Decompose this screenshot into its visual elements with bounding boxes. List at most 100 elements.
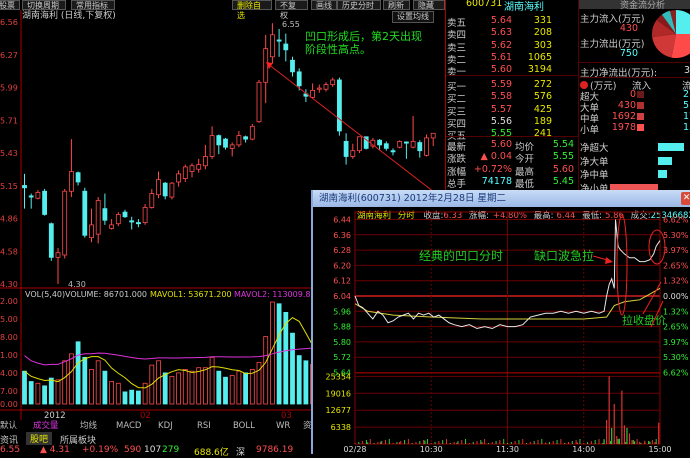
candle-body — [62, 190, 68, 256]
volume-tick: 0.00 — [0, 400, 18, 409]
tab-macd[interactable]: MACD — [116, 421, 141, 432]
volume-bar — [135, 390, 141, 405]
price-tick: 5.72 — [333, 353, 351, 362]
volume-bar — [28, 381, 34, 405]
volume-bar — [69, 353, 74, 405]
candle-body — [122, 211, 128, 218]
flow-in-value: 0 — [629, 89, 636, 100]
price-tick: 4.58 — [0, 247, 18, 256]
price-tick: 6.56 — [0, 18, 18, 27]
annotation-text: 经典的凹口分时 — [419, 248, 503, 263]
candle-body — [95, 200, 101, 235]
flow-out-value: 5 — [683, 100, 690, 111]
fund-flow-pie — [652, 10, 690, 58]
volume-bar — [42, 385, 47, 405]
stat-value: 5.55 — [552, 151, 574, 163]
stat-value: ▲ 0.04 — [480, 151, 512, 163]
tab-default[interactable]: 默认 — [0, 421, 17, 432]
vol-label: VOL(5,40) — [25, 290, 65, 299]
candle-body — [109, 224, 114, 229]
flow-swatch — [637, 113, 644, 120]
tab-boll[interactable]: BOLL — [233, 421, 255, 432]
order-volume: 272 — [533, 79, 552, 90]
percent-tick: 3.97% — [663, 338, 689, 347]
volume-bar — [290, 332, 295, 405]
flow-swatch — [637, 124, 644, 131]
candle-body — [22, 185, 27, 189]
kline-title: 湖南海利 (日线,下复权) — [22, 9, 116, 21]
annotation-arrow — [642, 281, 662, 315]
close-button[interactable]: ✕ — [681, 192, 690, 205]
candle-body — [383, 143, 389, 149]
date-label: 2012 — [44, 411, 66, 421]
order-volume: 1065 — [527, 51, 552, 63]
candle-body — [102, 208, 108, 221]
annotation-text: 阶段性高点。 — [305, 42, 371, 56]
tab-kdj[interactable]: KDJ — [158, 421, 173, 432]
popup-title: 湖南海利(600731) 2012年2月28日 星期二 — [319, 193, 507, 204]
help-icon[interactable] — [580, 81, 588, 89]
volume-bar — [202, 367, 208, 405]
order-price: 5.58 — [490, 91, 512, 103]
time-label: 11:30 — [496, 445, 519, 454]
tab-rsi[interactable]: RSI — [197, 421, 211, 432]
inflow-value: 430 — [619, 23, 638, 34]
percent-tick: 2.65% — [663, 323, 689, 332]
price-tick: 6.44 — [333, 216, 351, 225]
candle-body — [410, 141, 416, 148]
order-price: 5.55 — [490, 128, 512, 140]
net-row-label: 净中单 — [580, 170, 609, 181]
volume-value: VOLUME: 86701.000 — [65, 290, 147, 299]
candle-body — [223, 138, 228, 148]
divider — [445, 0, 446, 200]
candle-body — [263, 48, 269, 83]
price-tick: 4.30 — [0, 280, 18, 289]
volume-bar — [243, 372, 249, 405]
volume-bar — [122, 391, 128, 405]
tab-volume[interactable]: 成交量 — [33, 421, 59, 432]
order-volume: 3194 — [527, 64, 552, 76]
candle-body — [256, 81, 262, 123]
candle-body — [249, 125, 255, 140]
candle-body — [296, 71, 302, 87]
time-label: 14:00 — [572, 445, 595, 454]
volume-tick: 12677 — [326, 406, 351, 415]
popup-title-bar[interactable]: 湖南海利(600731) 2012年2月28日 星期二 — [313, 190, 690, 207]
flow-out-value: 170 — [683, 111, 690, 122]
order-volume: 576 — [533, 91, 552, 103]
candle-body — [397, 141, 403, 148]
percent-tick: 5.30% — [663, 353, 689, 362]
price-tick: 5.99 — [0, 84, 18, 93]
net-flow-bar — [658, 143, 685, 151]
date-label: 02 — [140, 411, 151, 421]
high-price-label: 6.55 — [282, 20, 300, 29]
intraday-popup-window: 湖南海利(600731) 2012年2月28日 星期二 ✕ 湖南海利 分时 收盘… — [311, 190, 690, 454]
volume-bar — [196, 367, 202, 405]
volume-bar — [82, 356, 88, 405]
mavol2-value: MAVOL2: 113009.80 — [234, 290, 316, 299]
candle-body — [89, 224, 94, 239]
candle-body — [149, 193, 155, 208]
ma-settings-button[interactable]: 设置均线 — [392, 11, 434, 23]
price-tick: 6.04 — [333, 292, 351, 301]
volume-bar — [109, 381, 114, 405]
volume-bar — [176, 372, 182, 405]
tab-ma[interactable]: 均线 — [80, 421, 97, 432]
stat-value: 5.60 — [490, 139, 512, 150]
tab-wr[interactable]: WR — [276, 421, 290, 432]
volume-bar — [142, 382, 148, 405]
price-tick: 6.36 — [333, 231, 351, 240]
volume-tick: 8.00 — [0, 333, 18, 342]
candle-body — [269, 34, 275, 58]
volume-bar — [229, 375, 235, 405]
price-tick: 6.28 — [333, 246, 351, 255]
candle-body — [135, 222, 141, 225]
volume-bar — [182, 369, 188, 405]
order-volume: 189 — [533, 115, 552, 127]
candle-body — [129, 220, 135, 223]
time-label: 10:30 — [420, 445, 443, 454]
tab-forum[interactable]: 股吧 — [26, 432, 53, 445]
candle-body — [316, 87, 322, 90]
order-volume: 331 — [533, 15, 552, 26]
candle-body — [430, 132, 436, 139]
